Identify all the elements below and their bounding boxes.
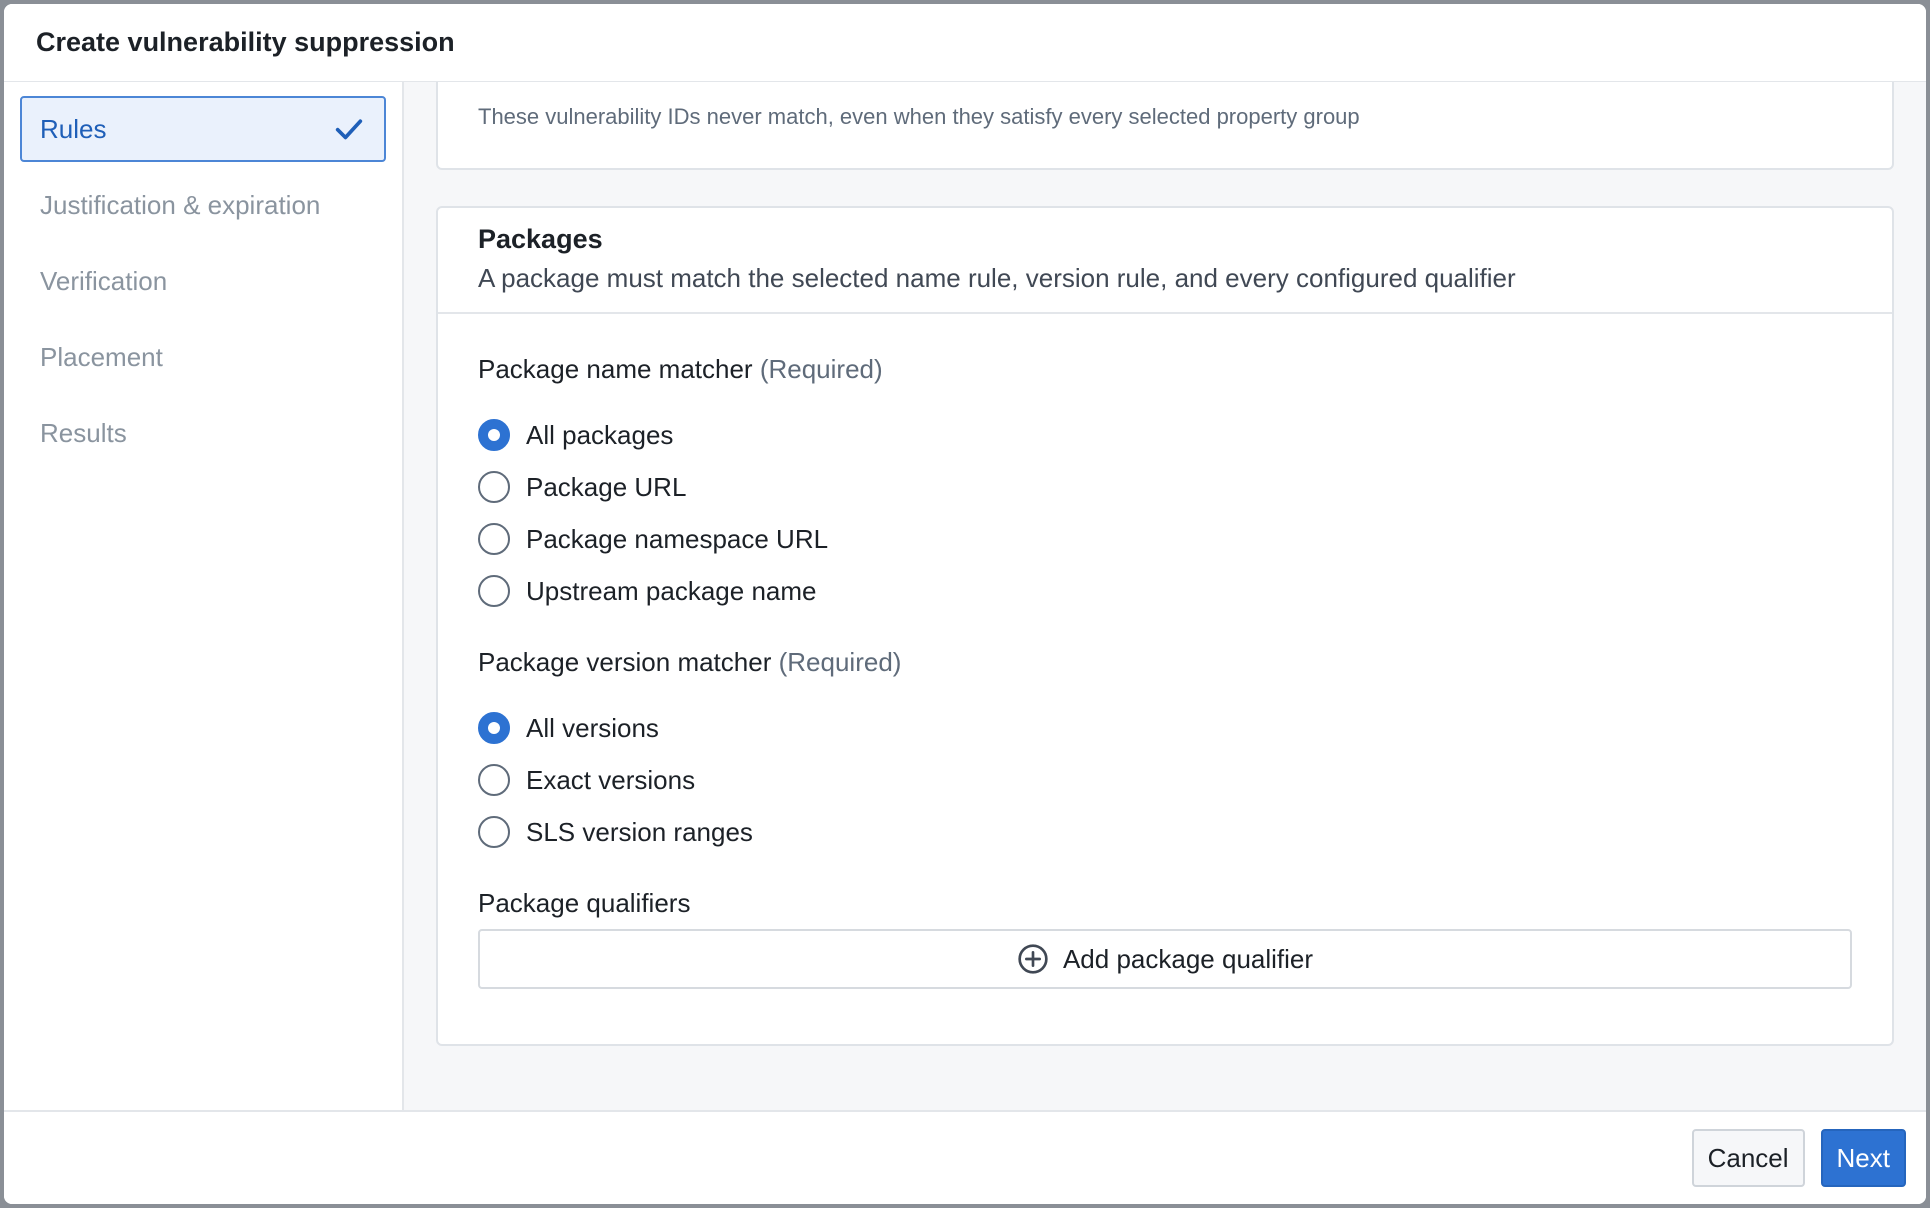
version-matcher-label-text: Package version matcher bbox=[478, 647, 772, 677]
dialog-header: Create vulnerability suppression bbox=[4, 4, 1926, 82]
add-circle-icon bbox=[1018, 944, 1048, 974]
packages-card: Packages A package must match the select… bbox=[436, 206, 1894, 1046]
form-content[interactable]: These vulnerability IDs never match, eve… bbox=[404, 82, 1926, 1110]
radio-button[interactable] bbox=[478, 523, 510, 555]
radio-all-packages[interactable]: All packages bbox=[478, 409, 1852, 461]
radio-button[interactable] bbox=[478, 764, 510, 796]
step-rules[interactable]: Rules bbox=[20, 96, 386, 162]
steps-sidebar: Rules Justification & expiration Verific… bbox=[4, 82, 404, 1110]
step-label: Placement bbox=[40, 341, 163, 372]
radio-all-versions[interactable]: All versions bbox=[478, 702, 1852, 754]
radio-label: SLS version ranges bbox=[526, 816, 753, 847]
name-matcher-label-text: Package name matcher bbox=[478, 354, 753, 384]
packages-card-body: Package name matcher (Required) All pack… bbox=[438, 314, 1892, 989]
cancel-button[interactable]: Cancel bbox=[1691, 1129, 1805, 1187]
step-justification[interactable]: Justification & expiration bbox=[20, 172, 386, 238]
radio-sls-version-ranges[interactable]: SLS version ranges bbox=[478, 806, 1852, 858]
dialog-footer: Cancel Next bbox=[4, 1110, 1926, 1204]
step-label: Verification bbox=[40, 265, 168, 296]
radio-button-checked[interactable] bbox=[478, 712, 510, 744]
radio-upstream-package-name[interactable]: Upstream package name bbox=[478, 565, 1852, 617]
qualifiers-label: Package qualifiers bbox=[478, 888, 691, 918]
add-package-qualifier-label: Add package qualifier bbox=[1062, 943, 1314, 974]
radio-package-namespace-url[interactable]: Package namespace URL bbox=[478, 513, 1852, 565]
version-matcher-group: Package version matcher (Required) All v… bbox=[478, 647, 1852, 858]
radio-exact-versions[interactable]: Exact versions bbox=[478, 754, 1852, 806]
radio-label: All packages bbox=[526, 419, 674, 450]
step-verification[interactable]: Verification bbox=[20, 248, 386, 314]
radio-label: Exact versions bbox=[526, 764, 696, 795]
qualifiers-group: Package qualifiers Add package qualifier bbox=[478, 888, 1852, 989]
next-button[interactable]: Next bbox=[1820, 1129, 1906, 1187]
radio-button-checked[interactable] bbox=[478, 419, 510, 451]
step-label: Rules bbox=[40, 113, 107, 144]
packages-subtitle: A package must match the selected name r… bbox=[478, 263, 1516, 293]
step-label: Results bbox=[40, 417, 127, 448]
step-placement[interactable]: Placement bbox=[20, 324, 386, 390]
dialog-body: Rules Justification & expiration Verific… bbox=[4, 82, 1926, 1110]
name-matcher-label: Package name matcher (Required) bbox=[478, 354, 1852, 385]
add-package-qualifier-button[interactable]: Add package qualifier bbox=[478, 929, 1852, 989]
create-suppression-dialog: Create vulnerability suppression Rules J… bbox=[4, 4, 1926, 1204]
radio-button[interactable] bbox=[478, 816, 510, 848]
packages-title: Packages bbox=[478, 224, 603, 254]
step-results[interactable]: Results bbox=[20, 400, 386, 466]
required-indicator: (Required) bbox=[778, 647, 902, 677]
radio-package-url[interactable]: Package URL bbox=[478, 461, 1852, 513]
vulnerability-ids-hint: These vulnerability IDs never match, eve… bbox=[478, 104, 1360, 129]
name-matcher-group: Package name matcher (Required) All pack… bbox=[478, 354, 1852, 617]
checkmark-icon bbox=[335, 119, 363, 140]
required-indicator: (Required) bbox=[759, 354, 883, 384]
radio-button[interactable] bbox=[478, 471, 510, 503]
radio-label: Package namespace URL bbox=[526, 523, 829, 554]
radio-label: All versions bbox=[526, 712, 659, 743]
dialog-title: Create vulnerability suppression bbox=[36, 27, 455, 57]
packages-card-header: Packages A package must match the select… bbox=[438, 208, 1892, 314]
radio-label: Upstream package name bbox=[526, 575, 817, 606]
vulnerability-ids-card: These vulnerability IDs never match, eve… bbox=[436, 82, 1894, 170]
step-label: Justification & expiration bbox=[40, 189, 321, 220]
radio-button[interactable] bbox=[478, 575, 510, 607]
version-matcher-label: Package version matcher (Required) bbox=[478, 647, 1852, 678]
radio-label: Package URL bbox=[526, 471, 687, 502]
